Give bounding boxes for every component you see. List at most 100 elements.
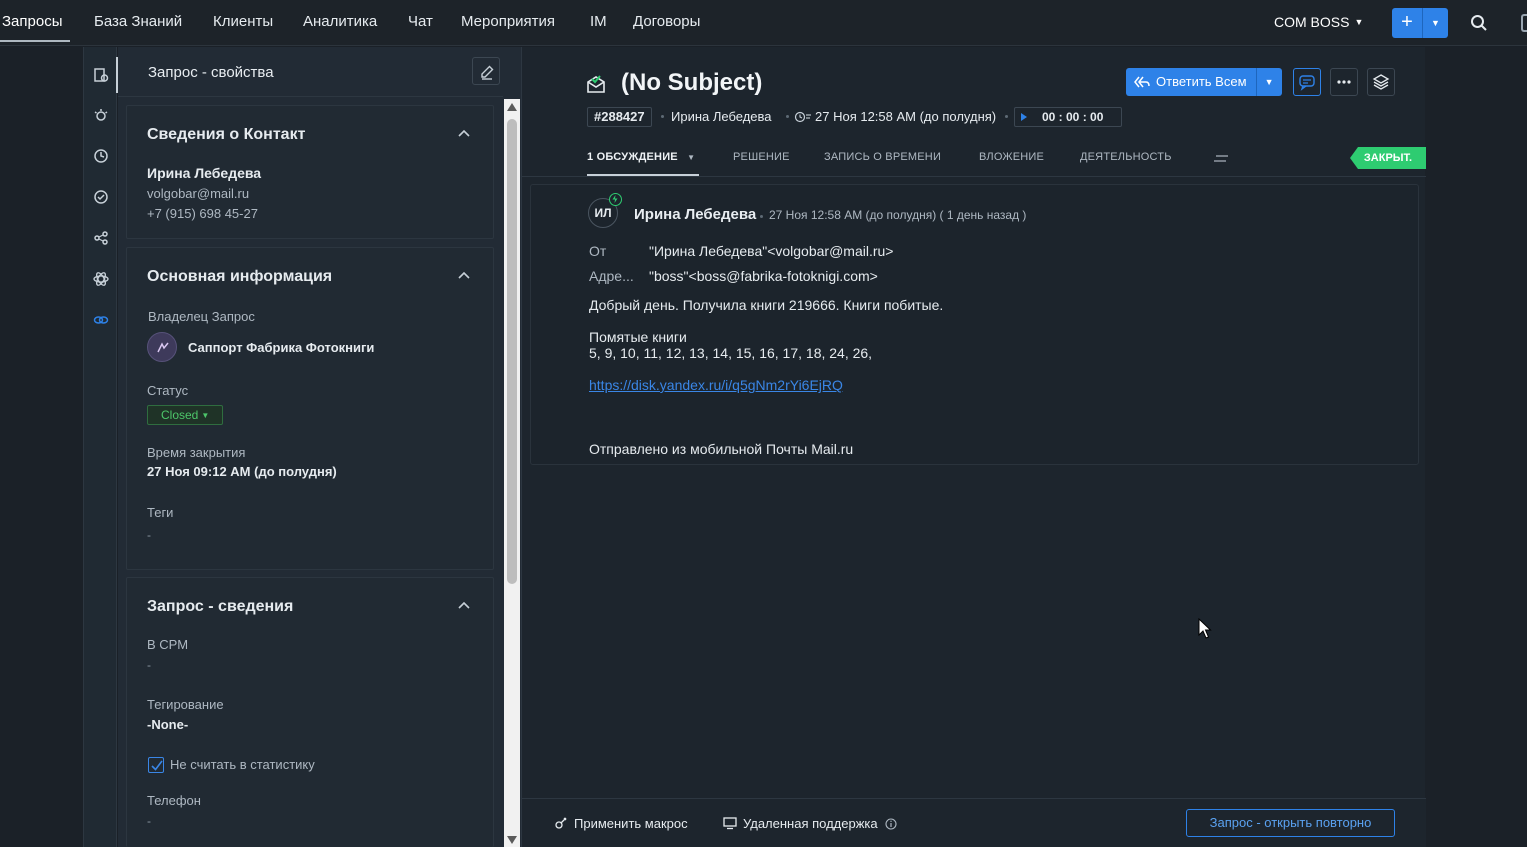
- message-signature: Отправлено из мобильной Почты Mail.ru: [589, 441, 854, 457]
- more-options-button[interactable]: [1330, 68, 1358, 96]
- remote-support-button[interactable]: Удаленная поддержка: [723, 816, 897, 831]
- nav-requests[interactable]: Запросы: [2, 13, 63, 30]
- sender-avatar: ИЛ: [588, 193, 622, 228]
- org-name: COM BOSS: [1274, 14, 1350, 30]
- basic-info-card: Основная информация Владелец Запрос Сапп…: [126, 247, 494, 570]
- ticket-id[interactable]: #288427: [587, 107, 652, 127]
- play-icon[interactable]: [1021, 113, 1027, 121]
- chevron-up-icon[interactable]: [458, 270, 470, 282]
- apply-macro-label: Применить макрос: [574, 816, 688, 831]
- bulb-icon[interactable]: [93, 108, 109, 124]
- comment-button[interactable]: [1293, 68, 1321, 96]
- tags-value[interactable]: -: [147, 528, 151, 542]
- closed-time-value: 27 Ноя 09:12 AM (до полудня): [147, 464, 337, 479]
- team-logo-icon: [157, 342, 169, 353]
- tab-active-indicator: [587, 174, 699, 176]
- org-switcher[interactable]: COM BOSS ▼: [1274, 14, 1363, 30]
- message-line-1: Добрый день. Получила книги 219666. Книг…: [589, 297, 944, 313]
- caret-down-icon: ▼: [1354, 17, 1364, 27]
- chevron-down-icon[interactable]: ▼: [1423, 8, 1448, 38]
- check-circle-icon[interactable]: [93, 189, 109, 205]
- status-ribbon: ЗАКРЫТ.: [1350, 147, 1426, 169]
- checkmark-icon: [151, 760, 163, 771]
- details-card: Запрос - сведения В СРМ - Тегирование -N…: [126, 577, 494, 847]
- tab-time-entry[interactable]: ЗАПИСЬ О ВРЕМЕНИ: [824, 151, 941, 163]
- ticket-main: (No Subject) Ответить Всем ▼ #288427 Ири…: [521, 47, 1426, 847]
- owner-avatar: [147, 332, 177, 362]
- owner-label: Владелец Запрос: [148, 309, 255, 324]
- chevron-up-icon[interactable]: [458, 600, 470, 612]
- closed-time-label: Время закрытия: [147, 445, 246, 460]
- nav-clients[interactable]: Клиенты: [213, 13, 273, 30]
- link-icon[interactable]: [93, 312, 109, 328]
- scroll-thumb[interactable]: [507, 119, 517, 584]
- tab-activity[interactable]: ДЕЯТЕЛЬНОСТЬ: [1080, 151, 1172, 163]
- reply-all-button[interactable]: Ответить Всем: [1126, 68, 1256, 96]
- message-line-3: 5, 9, 10, 11, 12, 13, 14, 15, 16, 17, 18…: [589, 345, 873, 361]
- owner-value[interactable]: Саппорт Фабрика Фотокниги: [188, 340, 374, 355]
- chevron-down-icon[interactable]: ▼: [1255, 68, 1282, 96]
- ticket-timer[interactable]: 00 : 00 : 00: [1014, 107, 1122, 127]
- nav-analytics[interactable]: Аналитика: [303, 13, 377, 30]
- search-icon[interactable]: [1470, 14, 1488, 32]
- details-title: Запрос - сведения: [147, 598, 294, 615]
- nav-knowledge-base[interactable]: База Знаний: [94, 13, 182, 30]
- contact-phone[interactable]: +7 (915) 698 45-27: [147, 206, 258, 221]
- tab-resolution[interactable]: РЕШЕНИЕ: [733, 151, 790, 163]
- nav-im[interactable]: IM: [590, 13, 607, 30]
- mouse-cursor-icon: [1198, 618, 1212, 639]
- no-stats-label[interactable]: Не считать в статистику: [170, 757, 315, 772]
- side-panel-toggle-icon[interactable]: [1521, 14, 1527, 32]
- tab-attachment[interactable]: ВЛОЖЕНИЕ: [979, 151, 1044, 163]
- reopen-ticket-button[interactable]: Запрос - открыть повторно: [1186, 809, 1395, 837]
- scroll-up-arrow-icon[interactable]: [507, 103, 517, 111]
- bolt-icon: [612, 195, 618, 203]
- more-horizontal-icon: [1337, 80, 1351, 84]
- phone-value[interactable]: -: [147, 814, 151, 828]
- nav-chat[interactable]: Чат: [408, 13, 433, 30]
- layers-icon: [1372, 74, 1390, 90]
- new-button-group: + ▼: [1392, 8, 1448, 38]
- ticket-agent[interactable]: Ирина Лебедева: [671, 109, 772, 124]
- scroll-down-arrow-icon[interactable]: [507, 836, 517, 844]
- separator-dot: [760, 215, 763, 218]
- caret-down-icon: ▼: [687, 153, 696, 162]
- separator-dot: [786, 115, 789, 118]
- separator-dot: [1005, 115, 1008, 118]
- properties-scrollbar[interactable]: [504, 99, 520, 847]
- sort-icon[interactable]: [1214, 154, 1230, 164]
- ticket-properties-icon[interactable]: [93, 67, 109, 83]
- nav-active-indicator: [0, 40, 70, 42]
- basic-info-title: Основная информация: [147, 268, 333, 285]
- caret-down-icon: ▼: [201, 411, 210, 420]
- layers-button[interactable]: [1367, 68, 1395, 96]
- no-stats-checkbox[interactable]: [148, 757, 164, 773]
- share-icon[interactable]: [93, 230, 109, 246]
- contact-name[interactable]: Ирина Лебедева: [147, 165, 261, 181]
- contact-card: Сведения о Контакт Ирина Лебедева volgob…: [126, 105, 494, 239]
- right-gutter: [1425, 47, 1527, 847]
- status-label: Статус: [147, 383, 189, 398]
- atom-icon[interactable]: [93, 271, 109, 287]
- history-icon[interactable]: [93, 148, 109, 164]
- tab-conversation[interactable]: 1 ОБСУЖДЕНИЕ ▼: [587, 151, 695, 163]
- ticket-date: 27 Ноя 12:58 AM (до полудня): [815, 109, 997, 124]
- nav-events[interactable]: Мероприятия: [461, 13, 555, 30]
- email-read-icon: [587, 75, 605, 93]
- apply-macro-button[interactable]: Применить макрос: [554, 816, 688, 831]
- properties-title: Запрос - свойства: [148, 64, 274, 81]
- message-time: 27 Ноя 12:58 AM (до полудня) ( 1 день на…: [769, 208, 1027, 222]
- tagging-value[interactable]: -None-: [147, 717, 188, 732]
- message-link[interactable]: https://disk.yandex.ru/i/q5gNm2rYi6EjRQ: [589, 377, 843, 393]
- chevron-up-icon[interactable]: [458, 128, 470, 140]
- sender-name[interactable]: Ирина Лебедева: [634, 206, 756, 223]
- status-dropdown[interactable]: Closed ▼: [147, 405, 223, 425]
- edit-button[interactable]: [472, 57, 500, 85]
- nav-contracts[interactable]: Договоры: [633, 13, 700, 30]
- crm-value[interactable]: -: [147, 658, 151, 672]
- plus-icon[interactable]: +: [1392, 8, 1423, 38]
- ticket-footer: Применить макрос Удаленная поддержка Зап…: [522, 798, 1426, 847]
- contact-email[interactable]: volgobar@mail.ru: [147, 186, 249, 201]
- info-icon[interactable]: [885, 818, 897, 830]
- left-icon-rail: [83, 47, 117, 847]
